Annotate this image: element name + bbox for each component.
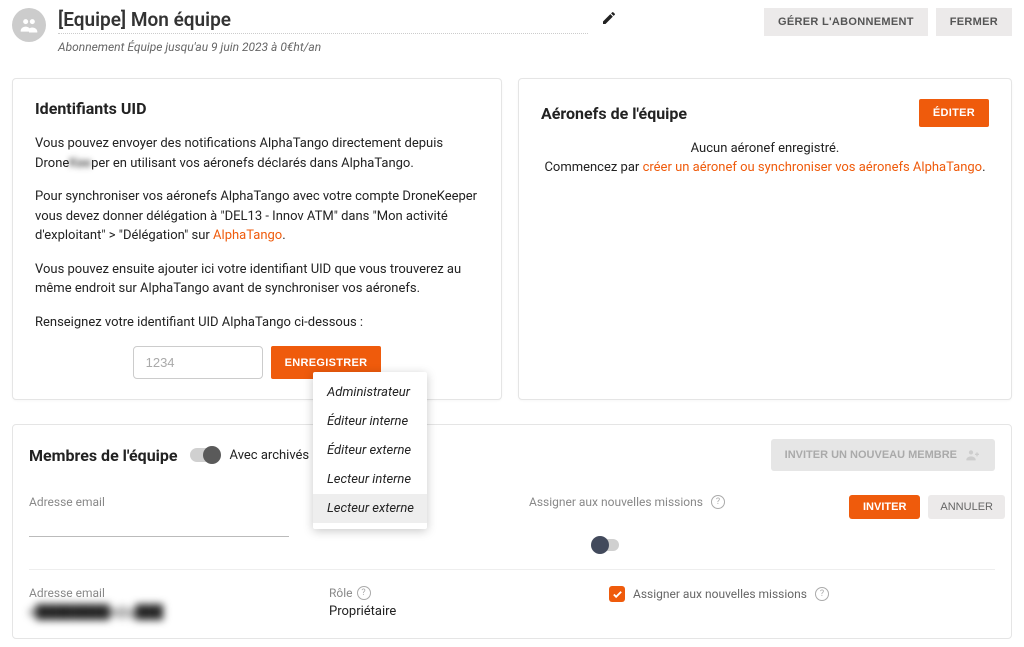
page-header: [Equipe] Mon équipe Abonnement Équipe ju… <box>12 8 1012 54</box>
role-option-admin[interactable]: Administrateur <box>313 378 427 407</box>
email-label: Adresse email <box>29 495 289 509</box>
aircraft-card: Aéronefs de l'équipe ÉDITER Aucun aérone… <box>518 78 1012 400</box>
member-email-value: e████████e@g███ <box>29 604 289 620</box>
edit-aircraft-button[interactable]: ÉDITER <box>919 99 989 127</box>
help-icon[interactable]: ? <box>357 586 371 600</box>
aircraft-start-text: Commencez par créer un aéronef ou synchr… <box>541 160 989 175</box>
invite-row: Adresse email Assigner aux nouvelles mis… <box>29 489 995 543</box>
close-button[interactable]: FERMER <box>936 8 1012 36</box>
create-aircraft-link[interactable]: créer un aéronef ou synchroniser vos aér… <box>643 160 983 175</box>
help-icon[interactable]: ? <box>815 587 829 601</box>
manage-subscription-button[interactable]: GÉRER L'ABONNEMENT <box>764 8 928 36</box>
member-row: Adresse email e████████e@g███ Rôle? Prop… <box>29 569 995 624</box>
cancel-button[interactable]: ANNULER <box>928 495 1005 519</box>
uid-card: Identifiants UID Vous pouvez envoyer des… <box>12 78 502 400</box>
member-assign-label: Assigner aux nouvelles missions <box>633 587 807 601</box>
member-email-label: Adresse email <box>29 586 289 600</box>
role-option-reader-internal[interactable]: Lecteur interne <box>313 465 427 494</box>
title-underline <box>58 33 588 34</box>
member-assign-group: Assigner aux nouvelles missions ? <box>609 586 829 602</box>
role-dropdown-menu: Administrateur Éditeur interne Éditeur e… <box>313 372 427 529</box>
role-option-editor-external[interactable]: Éditeur externe <box>313 436 427 465</box>
uid-input[interactable] <box>133 346 263 379</box>
subscription-subtitle: Abonnement Équipe jusqu'au 9 juin 2023 à… <box>58 40 617 54</box>
help-icon[interactable]: ? <box>711 495 725 509</box>
archived-toggle-label: Avec archivés <box>230 448 310 463</box>
role-option-reader-external[interactable]: Lecteur externe <box>313 494 427 523</box>
uid-paragraph-1: Vous pouvez envoyer des notifications Al… <box>35 134 479 173</box>
no-aircraft-text: Aucun aéronef enregistré. <box>541 141 989 156</box>
member-role-label: Rôle? <box>329 586 529 600</box>
role-option-editor-internal[interactable]: Éditeur interne <box>313 407 427 436</box>
uid-paragraph-3: Vous pouvez ensuite ajouter ici votre id… <box>35 260 479 299</box>
uid-paragraph-4: Renseignez votre identifiant UID AlphaTa… <box>35 313 479 333</box>
uid-card-title: Identifiants UID <box>35 99 479 118</box>
assign-toggle[interactable] <box>593 539 619 551</box>
team-avatar-icon <box>12 8 46 42</box>
email-input[interactable] <box>29 513 289 537</box>
edit-title-icon[interactable] <box>601 10 617 30</box>
invite-new-member-button[interactable]: INVITER UN NOUVEAU MEMBRE <box>771 439 995 471</box>
page-title: [Equipe] Mon équipe <box>58 8 231 31</box>
assign-label: Assigner aux nouvelles missions <box>529 495 703 509</box>
archived-toggle[interactable] <box>190 448 218 462</box>
uid-paragraph-2: Pour synchroniser vos aéronefs AlphaTang… <box>35 187 479 246</box>
alphatango-link[interactable]: AlphaTango <box>213 228 282 243</box>
members-title: Membres de l'équipe <box>29 446 178 465</box>
member-role-value: Propriétaire <box>329 604 529 619</box>
aircraft-card-title: Aéronefs de l'équipe <box>541 104 687 123</box>
assign-checkbox[interactable] <box>609 586 625 602</box>
invite-button[interactable]: INVITER <box>849 495 920 519</box>
